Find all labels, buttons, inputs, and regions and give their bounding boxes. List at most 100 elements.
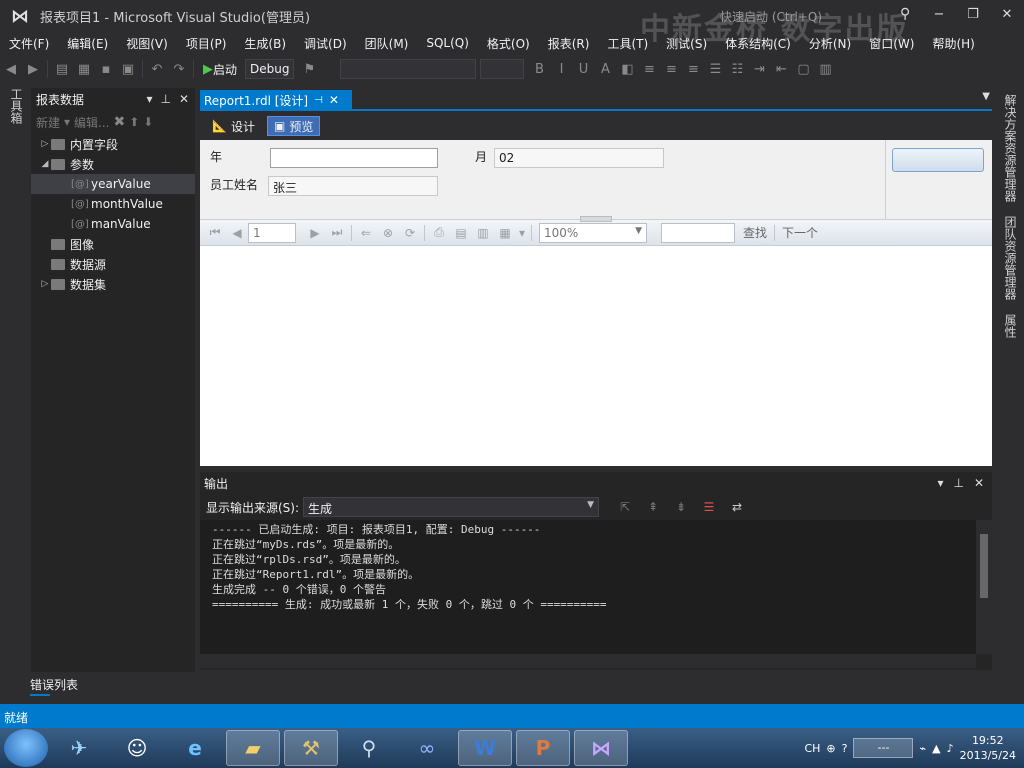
team-explorer-tab[interactable]: 团队资源管理器 (1002, 216, 1019, 300)
taskbar-tools-icon[interactable]: ⚒ (284, 730, 338, 766)
expand-icon[interactable]: ▷ (39, 279, 51, 289)
taskbar-search-app-icon[interactable]: ⚲ (342, 730, 396, 766)
italic-icon[interactable]: I (550, 62, 572, 77)
taskbar-powerpoint-icon[interactable]: P (516, 730, 570, 766)
new-dropdown-icon[interactable]: ▾ (64, 115, 70, 129)
taskbar-infinity-app-icon[interactable]: ∞ (400, 730, 454, 766)
new-button[interactable]: 新建 (36, 114, 60, 131)
go-to-location-icon[interactable]: ⇱ (613, 500, 637, 514)
collapse-icon[interactable]: ◢ (39, 159, 51, 169)
page-number-input[interactable]: 1 (248, 222, 296, 243)
align-right-icon[interactable]: ≡ (682, 62, 704, 77)
previous-page-icon[interactable]: ◀ (226, 226, 248, 240)
last-page-icon[interactable]: ⏭ (326, 225, 348, 240)
save-icon[interactable]: ▪ (95, 62, 117, 77)
scrollbar-thumb[interactable] (980, 534, 988, 598)
menu-architecture[interactable]: 体系结构(C) (716, 35, 800, 52)
border-icon[interactable]: ▢ (792, 62, 814, 77)
toolbox-side-tab[interactable]: 工具箱 (0, 84, 30, 694)
menu-window[interactable]: 窗口(W) (860, 35, 923, 52)
print-layout-icon[interactable]: ▤ (450, 226, 472, 240)
attach-process-icon[interactable]: ⚑ (298, 62, 320, 77)
menu-test[interactable]: 测试(S) (657, 35, 716, 52)
forward-icon[interactable]: ▶ (22, 62, 44, 77)
menu-team[interactable]: 团队(M) (356, 35, 418, 52)
close-icon[interactable]: ✕ (329, 93, 339, 107)
year-input[interactable] (270, 148, 438, 168)
panel-dropdown-icon[interactable]: ▾ (937, 476, 943, 490)
taskbar-internet-explorer-icon[interactable]: e (168, 730, 222, 766)
minimize-button[interactable]: − (922, 0, 956, 30)
menu-report[interactable]: 报表(R) (539, 35, 599, 52)
start-debug-icon[interactable]: ▶ (203, 62, 213, 77)
output-vertical-scrollbar[interactable] (976, 520, 992, 654)
save-all-icon[interactable]: ▣ (117, 62, 139, 77)
properties-tab[interactable]: 属性 (1002, 314, 1019, 338)
quick-launch-input[interactable]: 快速启动 (Ctrl+Q) (720, 8, 822, 25)
tree-item-data-sources[interactable]: 数据源 (31, 254, 195, 274)
move-down-icon[interactable]: ⬇ (143, 115, 153, 129)
undo-icon[interactable]: ↶ (146, 62, 168, 77)
tree-item-monthvalue[interactable]: [@] monthValue (31, 194, 195, 214)
redo-icon[interactable]: ↷ (168, 62, 190, 77)
zoom-select[interactable]: 100% ▼ (539, 222, 647, 243)
preview-tab[interactable]: ▣ 预览 (266, 116, 321, 136)
page-setup-icon[interactable]: ▥ (472, 226, 494, 240)
tree-item-datasets[interactable]: ▷ 数据集 (31, 274, 195, 294)
menu-sql[interactable]: SQL(Q) (417, 36, 478, 50)
month-input[interactable]: 02 (494, 148, 664, 168)
align-center-icon[interactable]: ≡ (660, 62, 682, 77)
bullets-icon[interactable]: ☰ (704, 62, 726, 77)
show-hidden-icons-icon[interactable]: ▲ (932, 742, 940, 755)
taskbar-word-icon[interactable]: W (458, 730, 512, 766)
print-icon[interactable]: ⎙ (428, 225, 450, 240)
font-color-icon[interactable]: A (594, 62, 616, 77)
help-icon[interactable]: ? (842, 742, 848, 755)
next-message-icon[interactable]: ⇟ (669, 500, 693, 514)
tab-report1-design[interactable]: Report1.rdl [设计] ⊣ ✕ (200, 90, 352, 110)
refresh-icon[interactable]: ⟳ (399, 226, 421, 240)
font-name-select[interactable] (340, 59, 477, 79)
stop-icon[interactable]: ⊗ (377, 226, 399, 240)
previous-message-icon[interactable]: ⇞ (641, 500, 665, 514)
panel-dropdown-icon[interactable]: ▾ (146, 92, 152, 106)
layout-icon[interactable]: ▥ (814, 62, 836, 77)
export-dropdown-icon[interactable]: ▾ (516, 226, 528, 240)
tree-item-builtin-fields[interactable]: ▷ 内置字段 (31, 134, 195, 154)
fill-color-icon[interactable]: ◧ (616, 62, 638, 77)
move-up-icon[interactable]: ⬆ (129, 115, 139, 129)
menu-analyze[interactable]: 分析(N) (800, 35, 860, 52)
first-page-icon[interactable]: ⏮ (204, 225, 226, 240)
export-icon[interactable]: ▦ (494, 226, 516, 240)
back-to-parent-icon[interactable]: ⇐ (355, 226, 377, 240)
menu-build[interactable]: 生成(B) (235, 35, 295, 52)
taskbar-bird-app-icon[interactable]: ✈ (52, 730, 106, 766)
bold-icon[interactable]: B (528, 62, 550, 77)
parameter-collapse-handle[interactable] (580, 216, 612, 222)
taskbar-visual-studio-icon[interactable]: ⋈ (574, 730, 628, 766)
underline-icon[interactable]: U (572, 62, 594, 77)
open-file-icon[interactable]: ▦ (73, 62, 95, 77)
output-horizontal-scrollbar[interactable] (200, 654, 976, 668)
menu-edit[interactable]: 编辑(E) (58, 35, 117, 52)
start-button[interactable]: 启动 (213, 61, 237, 78)
clear-all-icon[interactable]: ☰ (697, 500, 721, 514)
find-text-input[interactable] (661, 222, 735, 243)
menu-file[interactable]: 文件(F) (0, 35, 58, 52)
close-icon[interactable]: ✕ (179, 92, 189, 106)
error-list-tab[interactable]: 错误列表 (30, 676, 78, 693)
menu-help[interactable]: 帮助(H) (923, 35, 983, 52)
pin-icon[interactable]: ⊥ (953, 476, 963, 490)
close-button[interactable]: ✕ (990, 0, 1024, 30)
outdent-icon[interactable]: ⇤ (770, 62, 792, 77)
back-icon[interactable]: ◀ (0, 62, 22, 77)
menu-format[interactable]: 格式(O) (478, 35, 539, 52)
tree-item-images[interactable]: 图像 (31, 234, 195, 254)
power-icon[interactable]: ⌁ (919, 742, 926, 755)
next-page-icon[interactable]: ▶ (304, 226, 326, 240)
word-wrap-icon[interactable]: ⇄ (725, 500, 749, 514)
tree-item-yearvalue[interactable]: [@] yearValue (31, 174, 195, 194)
find-next-link[interactable]: 下一个 (778, 224, 822, 241)
expand-icon[interactable]: ▷ (39, 139, 51, 149)
font-size-select[interactable] (480, 59, 525, 79)
